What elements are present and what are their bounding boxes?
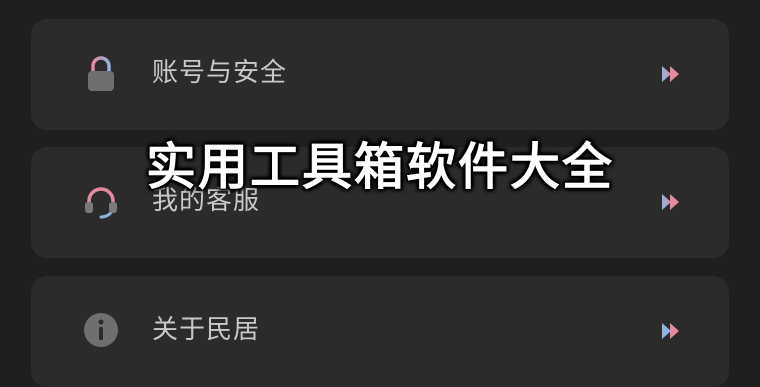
menu-item-label: 账号与安全 [152,58,288,88]
double-chevron-right-icon [659,320,685,342]
menu-item-account-security[interactable]: 账号与安全 [31,19,729,130]
menu-item-label: 关于民居 [152,315,261,345]
lock-icon [81,53,121,93]
info-icon [81,310,121,350]
double-chevron-right-icon [659,63,685,85]
overlay-watermark-title: 实用工具箱软件大全 [146,138,614,196]
menu-item-about[interactable]: 关于民居 [31,276,729,387]
